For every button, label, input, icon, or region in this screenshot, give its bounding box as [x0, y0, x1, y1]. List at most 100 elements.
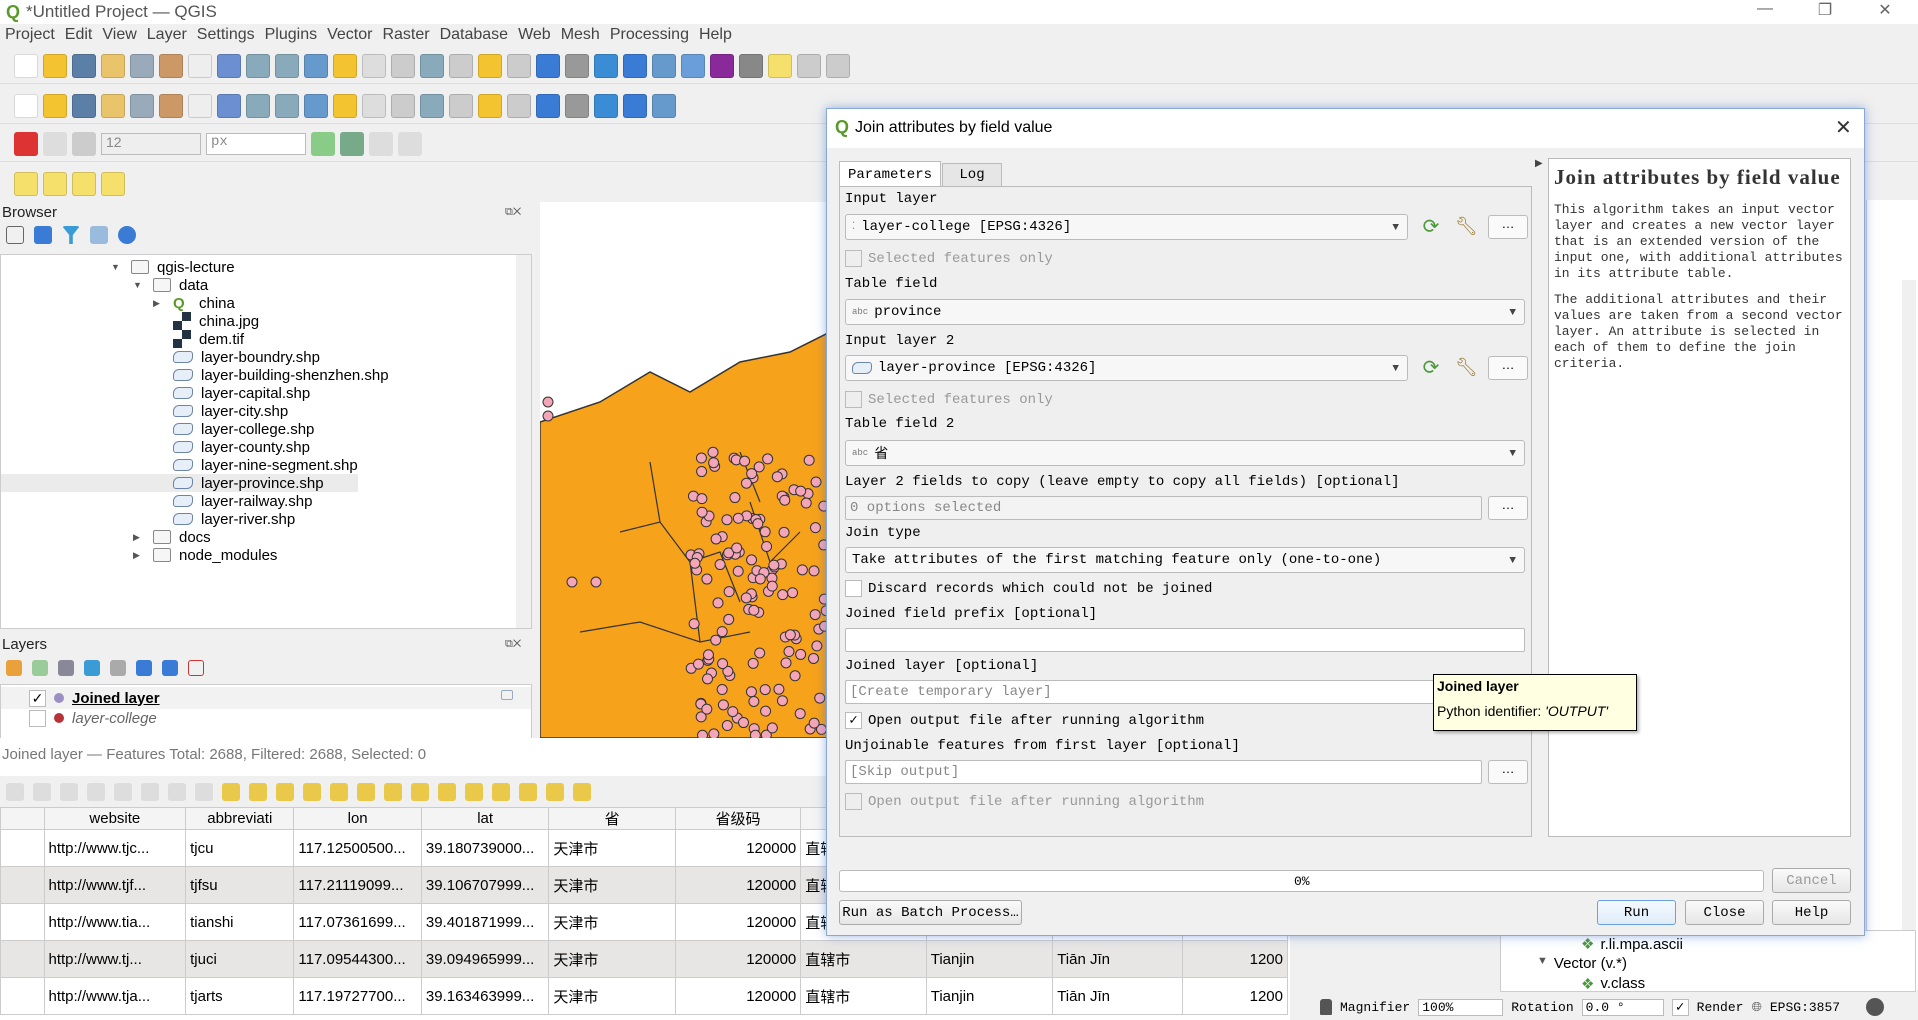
delete-icon[interactable] — [114, 783, 132, 801]
browser-item[interactable]: dem.tif — [1, 330, 441, 348]
layer-item[interactable]: layer-college — [1, 707, 531, 729]
statistics-icon[interactable] — [739, 53, 763, 78]
column-header[interactable]: 省 — [548, 807, 676, 830]
new-virtual-layer-icon[interactable] — [130, 93, 154, 118]
temporal-controller-icon[interactable] — [565, 53, 589, 78]
add-group-icon[interactable] — [32, 660, 48, 676]
browser-item[interactable]: ▶ node_modules — [1, 546, 441, 564]
zoom-out-icon[interactable] — [275, 53, 299, 78]
magnifier-input[interactable]: 100% — [1418, 998, 1504, 1016]
layer-item[interactable]: ✓ Joined layer — [1, 687, 531, 709]
deselect-icon[interactable] — [303, 783, 321, 801]
new-spatial-bookmark-icon[interactable] — [536, 53, 560, 78]
select-features-icon[interactable] — [14, 172, 38, 196]
open-project-icon[interactable] — [43, 53, 67, 78]
close-window-button[interactable]: ✕ — [1860, 0, 1910, 24]
unit-select[interactable]: px — [206, 132, 306, 155]
select-by-location-icon[interactable] — [101, 172, 125, 196]
browser-item[interactable]: layer-nine-segment.shp — [1, 456, 441, 474]
paste-icon[interactable] — [195, 783, 213, 801]
invert-selection-icon[interactable] — [276, 783, 294, 801]
panel-float-close-icon[interactable]: ⧉✕ — [505, 638, 521, 651]
browser-item[interactable]: ▶ Qchina — [1, 294, 441, 312]
refresh-icon[interactable] — [594, 53, 618, 78]
help-icon[interactable] — [652, 93, 676, 118]
snapping-mode-icon[interactable] — [43, 131, 67, 156]
measure-icon[interactable] — [768, 53, 792, 78]
map-canvas[interactable] — [540, 202, 830, 738]
plugin-manager-icon[interactable] — [623, 93, 647, 118]
menu-vector[interactable]: Vector — [327, 26, 372, 44]
save-icon[interactable] — [33, 783, 51, 801]
show-bookmarks-icon[interactable] — [507, 53, 531, 78]
filter-icon[interactable] — [62, 226, 80, 244]
browser-item[interactable]: china.jpg — [1, 312, 441, 330]
selected-only2-checkbox[interactable]: Selected features only — [845, 391, 1053, 408]
collapse-arrow-icon[interactable]: ▼ — [133, 280, 145, 290]
layers-list[interactable]: ✓ Joined layer layer-college — [0, 684, 532, 740]
avoid-overlap-icon[interactable] — [340, 131, 364, 156]
zoom-last-icon[interactable] — [420, 53, 444, 78]
tolerance-input[interactable]: 12 — [101, 132, 201, 155]
menu-raster[interactable]: Raster — [382, 26, 429, 44]
redo-icon[interactable] — [449, 93, 473, 118]
zoom-in-icon[interactable] — [246, 53, 270, 78]
conditional-format-icon[interactable] — [519, 783, 537, 801]
lock-icon[interactable] — [1320, 999, 1332, 1015]
paste-icon[interactable] — [391, 93, 415, 118]
browser-item[interactable]: layer-boundry.shp — [1, 348, 441, 366]
move-selection-top-icon[interactable] — [357, 783, 375, 801]
help-button[interactable]: Help — [1772, 900, 1851, 925]
pin-label-icon[interactable] — [536, 93, 560, 118]
input-layer-more-button[interactable]: … — [1488, 215, 1528, 239]
processing-toolbox-icon[interactable] — [710, 53, 734, 78]
actions-icon[interactable] — [573, 783, 591, 801]
column-header[interactable]: lon — [293, 807, 422, 830]
minimize-button[interactable]: — — [1740, 0, 1790, 24]
zoom-full-icon[interactable] — [304, 53, 328, 78]
toolbox-item[interactable]: ❖ v.class — [1581, 975, 1645, 993]
menu-layer[interactable]: Layer — [147, 26, 187, 44]
input-layer-select[interactable]: ⁚ layer-college [EPSG:4326] ▼ — [845, 214, 1408, 240]
run-button[interactable]: Run — [1597, 900, 1676, 925]
intersection-icon[interactable] — [369, 131, 393, 156]
zoom-to-selection-icon[interactable] — [411, 783, 429, 801]
wrench-icon[interactable]: 🔧︎ — [1455, 357, 1478, 379]
new-spatialite-layer-icon[interactable] — [101, 93, 125, 118]
collapse-help-arrow-icon[interactable]: ▶ — [1535, 158, 1543, 169]
zoom-to-selection-icon[interactable] — [333, 53, 357, 78]
wrench-icon[interactable]: 🔧︎ — [1455, 216, 1478, 238]
unjoinable-more-button[interactable]: … — [1488, 760, 1528, 784]
topology-icon[interactable] — [311, 131, 335, 156]
column-header[interactable] — [0, 807, 45, 830]
table-row[interactable]: http://www.tj... tjuci 117.09544300... 39.0… — [0, 940, 1289, 978]
toggle-editing-icon[interactable] — [188, 93, 212, 118]
remove-layer-icon[interactable] — [188, 660, 204, 676]
restore-button[interactable]: ❐ — [1800, 0, 1850, 24]
discard-checkbox[interactable]: Discard records which could not be joine… — [845, 580, 1212, 597]
properties-info-icon[interactable] — [118, 226, 136, 244]
new-geopackage-layer-icon[interactable] — [43, 93, 67, 118]
iterate-icon[interactable]: ⟳ — [1420, 216, 1442, 238]
browser-item[interactable]: layer-river.shp — [1, 510, 441, 528]
collapse-all-icon[interactable] — [90, 226, 108, 244]
collapse-arrow-icon[interactable]: ▼ — [111, 262, 123, 272]
table-field-select[interactable]: abc province ▼ — [845, 299, 1525, 325]
layer-indicator-icon[interactable] — [501, 690, 513, 700]
fields-copy-more-button[interactable]: … — [1488, 496, 1528, 520]
render-checkbox[interactable]: ✓ — [1671, 998, 1689, 1016]
selected-only-checkbox[interactable]: Selected features only — [845, 250, 1053, 267]
deselect-icon[interactable] — [72, 172, 96, 196]
menu-view[interactable]: View — [102, 26, 136, 44]
filter-legend-icon[interactable] — [84, 660, 100, 676]
field-calculator-icon[interactable] — [492, 783, 510, 801]
cut-icon[interactable] — [333, 93, 357, 118]
refresh-icon[interactable] — [34, 226, 52, 244]
copy-icon[interactable] — [168, 783, 186, 801]
open-output2-checkbox[interactable]: Open output file after running algorithm — [845, 793, 1204, 810]
zoom-native-icon[interactable] — [391, 53, 415, 78]
save-project-icon[interactable] — [72, 53, 96, 78]
run-batch-button[interactable]: Run as Batch Process… — [839, 900, 1022, 925]
zoom-next-icon[interactable] — [449, 53, 473, 78]
layer-visibility-checkbox[interactable] — [29, 709, 46, 727]
